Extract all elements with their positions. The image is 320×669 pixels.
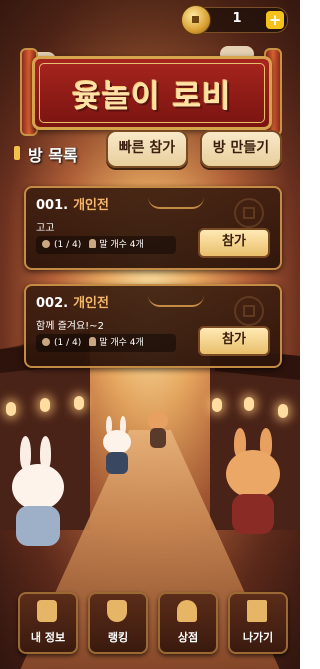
coin-balance: 1 +: [181, 5, 288, 35]
room-mode: 개인전: [73, 296, 109, 311]
people-icon: [42, 338, 50, 346]
seal-emblem-icon: [234, 296, 264, 326]
fox-character: [222, 428, 282, 538]
room-info: (1 / 4) 말 개수 4개: [36, 334, 176, 352]
people-icon: [42, 240, 50, 248]
my-info-button[interactable]: 내 정보: [18, 592, 78, 654]
bunny-character: [100, 416, 134, 476]
page-title: 윷놀이 로비: [72, 79, 232, 115]
room-number: 001.: [36, 198, 69, 213]
exit-button[interactable]: 나가기: [228, 592, 288, 654]
pawn-icon: [89, 337, 97, 346]
join-button[interactable]: 참가: [198, 326, 270, 356]
lantern: [40, 398, 50, 412]
nav-label: 상점: [177, 631, 199, 644]
room-list-title: 방 목록: [28, 146, 78, 165]
cloud-ornament: [148, 197, 204, 209]
room-card[interactable]: 002. 개인전 함께 즐겨요!~2 (1 / 4) 말 개수 4개 참가: [24, 284, 282, 368]
piece-count: 말 개수 4개: [99, 240, 144, 250]
quick-join-button[interactable]: 빠른 참가: [106, 130, 188, 168]
cloud-ornament: [148, 295, 204, 307]
create-room-button[interactable]: 방 만들기: [200, 130, 282, 168]
nav-label: 내 정보: [30, 631, 66, 644]
room-mode: 개인전: [73, 198, 109, 213]
game-lobby-screen: 1 + 윷놀이 로비 방 목록 빠른 참가 방 만들기 001. 개인전 고고 (…: [0, 0, 300, 669]
bunny-character: [6, 436, 70, 556]
room-name: 함께 즐겨요!~2: [36, 321, 104, 332]
trophy-icon: [107, 600, 127, 622]
lantern: [212, 398, 222, 412]
ranking-button[interactable]: 랭킹: [88, 592, 148, 654]
lantern: [278, 404, 288, 418]
room-name: 고고: [36, 223, 55, 234]
fox-character: [146, 412, 170, 452]
seal-emblem-icon: [234, 198, 264, 228]
player-count: (1 / 4): [54, 240, 82, 250]
join-button[interactable]: 참가: [198, 228, 270, 258]
player-count: (1 / 4): [54, 338, 82, 348]
room-header: 001. 개인전: [36, 194, 109, 213]
nav-label: 랭킹: [107, 631, 129, 644]
lantern: [6, 402, 16, 416]
shop-icon: [177, 600, 197, 622]
exit-icon: [247, 600, 267, 622]
shop-button[interactable]: 상점: [158, 592, 218, 654]
room-number: 002.: [36, 296, 69, 311]
list-marker-icon: [14, 146, 20, 160]
lantern: [244, 397, 254, 411]
title-banner: 윷놀이 로비: [32, 56, 272, 130]
piece-count: 말 개수 4개: [99, 338, 144, 348]
room-card[interactable]: 001. 개인전 고고 (1 / 4) 말 개수 4개 참가: [24, 186, 282, 270]
profile-icon: [37, 600, 57, 622]
add-coins-button[interactable]: +: [266, 11, 284, 29]
room-info: (1 / 4) 말 개수 4개: [36, 236, 176, 254]
pawn-icon: [89, 239, 97, 248]
lantern: [74, 396, 84, 410]
nav-label: 나가기: [242, 631, 274, 644]
room-header: 002. 개인전: [36, 292, 109, 311]
